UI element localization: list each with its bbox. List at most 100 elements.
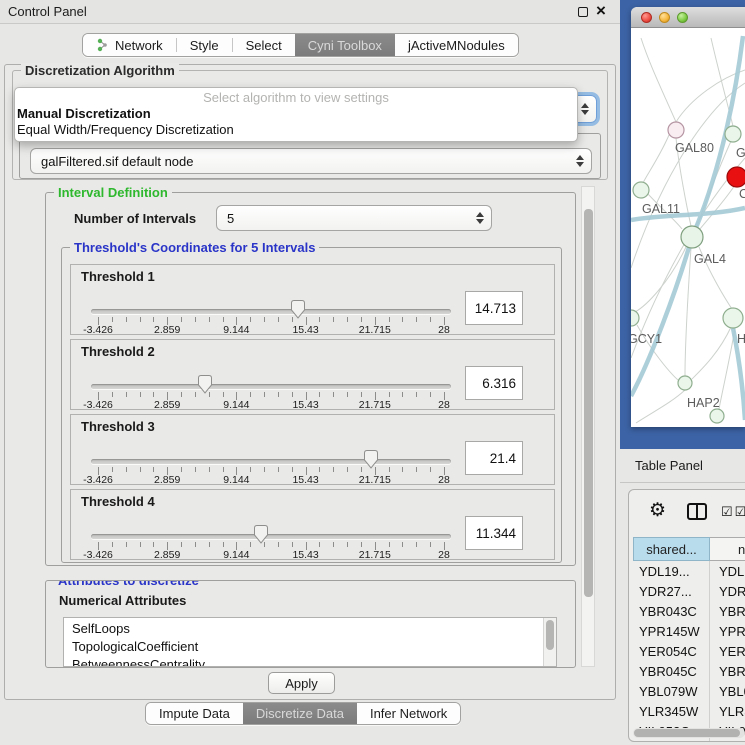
tab-impute-data[interactable]: Impute Data: [146, 703, 243, 724]
tab-jactivemnodules[interactable]: jActiveMNodules: [395, 34, 518, 56]
slider-tick: [430, 317, 431, 322]
table-row[interactable]: YER054CYER0: [633, 641, 745, 661]
slider-tick: [361, 317, 362, 322]
slider-tick: [278, 542, 279, 547]
float-window-icon[interactable]: [578, 7, 588, 17]
network-node[interactable]: [631, 310, 639, 326]
attribute-list-item[interactable]: TopologicalCoefficient: [64, 638, 556, 656]
threshold-value-field[interactable]: 21.4: [465, 441, 523, 475]
network-node[interactable]: [633, 182, 649, 198]
table-row[interactable]: YDR27...YDR2: [633, 581, 745, 601]
split-columns-icon[interactable]: [687, 503, 707, 520]
table-row[interactable]: YDL19...YDL1: [633, 561, 745, 581]
slider-thumb[interactable]: [198, 375, 212, 394]
slider-tick: [278, 317, 279, 322]
slider-tick: [195, 392, 196, 397]
slider-tick: [223, 542, 224, 547]
slider-tick: [126, 392, 127, 397]
threshold-panel: Threshold 1 -3.4262.8599.14415.4321.7152…: [70, 264, 555, 335]
cell-name: YBR0: [710, 601, 745, 621]
table-row[interactable]: YLR345WYLR3: [633, 701, 745, 721]
network-node[interactable]: [710, 409, 724, 423]
slider-thumb[interactable]: [291, 300, 305, 319]
threshold-panel: Threshold 4 -3.4262.8599.14415.4321.7152…: [70, 489, 555, 560]
combo-stepper-icon: [476, 212, 484, 224]
table-row[interactable]: YPR145WYPR1: [633, 621, 745, 641]
table-row[interactable]: YBL079WYBL0: [633, 681, 745, 701]
tab-label: Impute Data: [159, 706, 230, 721]
table-row[interactable]: YBR045CYBR0: [633, 661, 745, 681]
network-node[interactable]: [723, 308, 743, 328]
slider-thumb[interactable]: [254, 525, 268, 544]
slider-tick: [181, 467, 182, 472]
slider-tick: [333, 467, 334, 472]
dropdown-option[interactable]: Manual Discretization: [15, 106, 577, 122]
threshold-value-field[interactable]: 6.316: [465, 366, 523, 400]
attribute-list-item[interactable]: SelfLoops: [64, 620, 556, 638]
slider-tick: [430, 392, 431, 397]
tab-discretize-data[interactable]: Discretize Data: [243, 703, 357, 724]
slider-tick: [209, 467, 210, 472]
tab-style[interactable]: Style: [177, 34, 232, 56]
dropdown-option[interactable]: Equal Width/Frequency Discretization: [15, 122, 577, 138]
slider-tick: [195, 467, 196, 472]
table-panel-card: ⚙ ☑☑ shared... n YDL19...YDL1YDR27...YDR…: [628, 489, 745, 742]
slider-tick: [319, 392, 320, 397]
close-icon[interactable]: ×: [596, 1, 606, 21]
cell-shared-name: YPR145W: [633, 621, 710, 641]
column-header-name[interactable]: n: [710, 537, 745, 561]
network-node[interactable]: [681, 226, 703, 248]
network-node[interactable]: [727, 167, 745, 187]
slider-tick-label: 9.144: [223, 324, 249, 336]
slider-tick: [153, 317, 154, 322]
slider-tick-label: 2.859: [154, 549, 180, 561]
slider-tick: [361, 467, 362, 472]
slider-tick-label: 9.144: [223, 549, 249, 561]
select-columns-icon[interactable]: ☑☑: [721, 504, 745, 520]
combo-stepper-icon: [576, 155, 584, 167]
slider-tick: [181, 392, 182, 397]
network-node[interactable]: [725, 126, 741, 142]
tab-select[interactable]: Select: [233, 34, 295, 56]
gear-icon[interactable]: ⚙: [649, 501, 666, 520]
slider-tick-label: -3.426: [83, 324, 113, 336]
attributes-scrollbar[interactable]: [543, 618, 556, 666]
slider-tick: [250, 317, 251, 322]
panel-scrollbar[interactable]: [581, 186, 595, 667]
tab-label: Style: [190, 38, 219, 53]
slider-tick: [278, 392, 279, 397]
table-horizontal-scrollbar[interactable]: [633, 728, 745, 738]
tab-network[interactable]: Network: [83, 34, 176, 56]
cell-name: YBR0: [710, 661, 745, 681]
network-view-window: GAL80GCGAL11GAL4GCY1HHAP2: [631, 7, 745, 427]
table-row[interactable]: YBR043CYBR0: [633, 601, 745, 621]
num-intervals-combo[interactable]: 5: [216, 205, 492, 231]
threshold-value-field[interactable]: 14.713: [465, 291, 523, 325]
slider-tick: [361, 542, 362, 547]
close-traffic-light-icon[interactable]: [641, 12, 652, 23]
cell-shared-name: YBR043C: [633, 601, 710, 621]
network-node[interactable]: [678, 376, 692, 390]
slider-tick: [126, 317, 127, 322]
table-data-combo[interactable]: galFiltered.sif default node: [30, 148, 592, 174]
cell-name: YDL1: [710, 561, 745, 581]
attributes-list[interactable]: SelfLoopsTopologicalCoefficientBetweenne…: [63, 617, 557, 667]
tab-cyni-toolbox[interactable]: Cyni Toolbox: [295, 34, 395, 56]
minimize-traffic-light-icon[interactable]: [659, 12, 670, 23]
tab-infer-network[interactable]: Infer Network: [357, 703, 460, 724]
slider-tick-label: 21.715: [359, 399, 391, 411]
cell-shared-name: YBR045C: [633, 661, 710, 681]
slider-tick: [112, 392, 113, 397]
network-graph-canvas[interactable]: GAL80GCGAL11GAL4GCY1HHAP2: [631, 28, 745, 427]
apply-button[interactable]: Apply: [268, 672, 335, 694]
attribute-list-item[interactable]: BetweennessCentrality: [64, 656, 556, 667]
bottom-tab-bar: Impute Data Discretize DataInfer Network: [145, 702, 461, 725]
cell-shared-name: YLR345W: [633, 701, 710, 721]
zoom-traffic-light-icon[interactable]: [677, 12, 688, 23]
column-header-shared-name[interactable]: shared...: [633, 537, 710, 561]
slider-thumb[interactable]: [364, 450, 378, 469]
network-node-label: GCY1: [631, 332, 662, 346]
slider-tick: [223, 392, 224, 397]
threshold-value-field[interactable]: 11.344: [465, 516, 523, 550]
network-node[interactable]: [668, 122, 684, 138]
